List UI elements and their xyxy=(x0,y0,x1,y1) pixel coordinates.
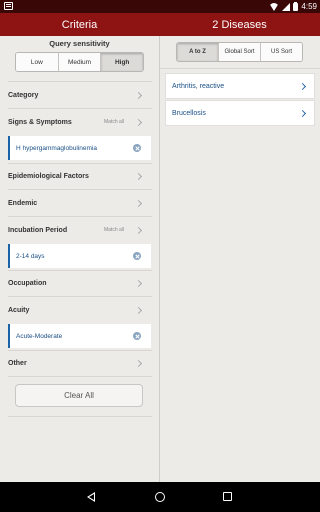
battery-icon xyxy=(293,1,299,11)
chevron-right-icon xyxy=(134,91,143,99)
criteria-label: Category xyxy=(8,91,39,99)
sort-us[interactable]: US Sort xyxy=(261,43,302,61)
chevron-right-icon xyxy=(134,306,143,314)
sort-global[interactable]: Global Sort xyxy=(219,43,261,61)
sort-a-to-z[interactable]: A to Z xyxy=(177,43,219,61)
criteria-row-occupation[interactable]: Occupation xyxy=(0,270,159,296)
home-icon[interactable] xyxy=(155,492,165,502)
results-title: 2 Diseases xyxy=(212,18,267,31)
match-all-label: Match all xyxy=(103,119,124,125)
criteria-title: Criteria xyxy=(61,18,98,31)
criteria-label: Epidemiological Factors xyxy=(8,172,89,180)
sort-selector: A to Z Global Sort US Sort xyxy=(176,42,303,62)
sensitivity-low[interactable]: Low xyxy=(16,53,59,71)
chevron-right-icon xyxy=(134,172,143,180)
selected-criterion-chip: Acute-Moderate xyxy=(8,324,151,348)
status-time: 4:59 xyxy=(301,2,317,11)
criteria-row-acuity[interactable]: Acuity xyxy=(0,297,159,323)
remove-icon[interactable] xyxy=(133,144,141,152)
selected-criterion-chip: H hypergammaglobulinemia xyxy=(8,136,151,160)
query-sensitivity-label: Query sensitivity xyxy=(49,39,110,48)
remove-icon[interactable] xyxy=(133,332,141,340)
chip-label: H hypergammaglobulinemia xyxy=(16,144,97,152)
chevron-right-icon xyxy=(298,82,307,90)
sensitivity-high[interactable]: High xyxy=(101,53,143,71)
status-bar: 4:59 xyxy=(0,0,320,13)
criteria-label: Acuity xyxy=(8,306,30,314)
selected-criterion-chip: 2-14 days xyxy=(8,244,151,268)
disease-item-arthritis[interactable]: Arthritis, reactive xyxy=(165,73,315,99)
criteria-row-endemic[interactable]: Endemic xyxy=(0,190,159,216)
criteria-label: Signs & Symptoms xyxy=(8,118,72,126)
criteria-label: Occupation xyxy=(8,279,47,287)
criteria-row-epidemiological[interactable]: Epidemiological Factors xyxy=(0,163,159,189)
disease-label: Brucellosis xyxy=(172,109,206,117)
app-header: Criteria 2 Diseases xyxy=(0,13,320,36)
criteria-label: Other xyxy=(8,359,27,367)
disease-item-brucellosis[interactable]: Brucellosis xyxy=(165,100,315,126)
sensitivity-medium[interactable]: Medium xyxy=(58,53,102,71)
divider xyxy=(160,68,320,69)
disease-label: Arthritis, reactive xyxy=(172,82,225,90)
clear-all-button[interactable]: Clear All xyxy=(15,384,143,407)
criteria-label: Endemic xyxy=(8,199,38,207)
criteria-row-signs-symptoms[interactable]: Signs & Symptoms Match all xyxy=(0,109,159,135)
system-nav-bar xyxy=(0,482,320,512)
divider xyxy=(8,376,152,377)
remove-icon[interactable] xyxy=(133,252,141,260)
chevron-right-icon xyxy=(134,359,143,367)
chevron-right-icon xyxy=(134,199,143,207)
chevron-right-icon xyxy=(134,279,143,287)
notification-icon xyxy=(4,2,13,10)
match-all-label: Match all xyxy=(103,227,124,233)
back-icon[interactable] xyxy=(87,492,95,502)
chevron-right-icon xyxy=(298,109,307,117)
recent-apps-icon[interactable] xyxy=(223,492,232,501)
wifi-icon xyxy=(269,2,280,11)
criteria-panel: Query sensitivity Low Medium High Catego… xyxy=(0,36,159,482)
chevron-right-icon xyxy=(134,118,143,126)
criteria-row-other[interactable]: Other xyxy=(0,350,159,376)
chip-label: 2-14 days xyxy=(16,252,45,260)
results-panel: A to Z Global Sort US Sort Arthritis, re… xyxy=(160,36,320,482)
criteria-row-incubation[interactable]: Incubation Period Match all xyxy=(0,217,159,243)
divider xyxy=(8,416,152,417)
chip-label: Acute-Moderate xyxy=(16,332,63,340)
signal-icon xyxy=(282,2,291,11)
criteria-label: Incubation Period xyxy=(8,226,68,234)
sensitivity-selector: Low Medium High xyxy=(15,52,144,72)
criteria-row-category[interactable]: Category xyxy=(0,82,159,108)
chevron-right-icon xyxy=(134,226,143,234)
